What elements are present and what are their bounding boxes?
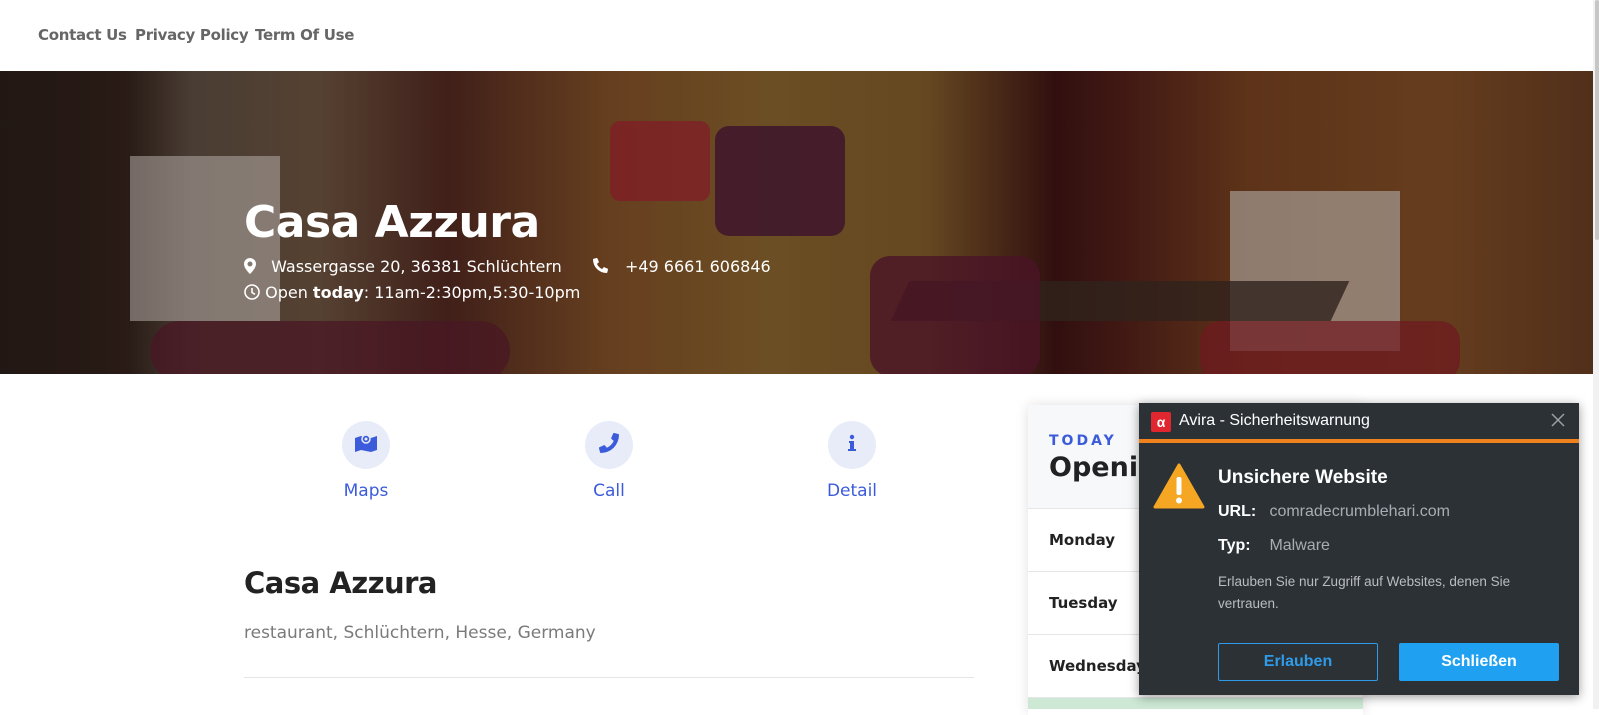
divider xyxy=(244,677,974,678)
restaurant-address: Wassergasse 20, 36381 Schlüchtern xyxy=(271,257,562,276)
nav-link-privacy-policy[interactable]: Privacy Policy xyxy=(135,26,249,44)
top-navigation: Contact Us Privacy Policy Term Of Use xyxy=(0,0,1599,72)
url-key: URL: xyxy=(1218,503,1257,520)
nav-link-contact-us[interactable]: Contact Us xyxy=(38,26,127,44)
hero-hours-line: Open today: 11am-2:30pm,5:30-10pm xyxy=(244,283,580,304)
avira-logo-icon: α xyxy=(1151,412,1171,432)
warning-note: Erlauben Sie nur Zugriff auf Websites, d… xyxy=(1218,574,1511,611)
map-icon xyxy=(354,432,378,459)
maps-label[interactable]: Maps xyxy=(306,481,426,501)
day-label: Monday xyxy=(1049,531,1116,549)
detail-icon-circle[interactable] xyxy=(828,421,876,469)
open-today: today xyxy=(312,283,364,302)
avira-titlebar: α Avira - Sicherheitswarnung xyxy=(1139,403,1579,443)
hero-contact-line: Wassergasse 20, 36381 Schlüchtern +49 66… xyxy=(244,257,771,278)
phone-icon xyxy=(592,257,608,277)
hero-overlay xyxy=(0,71,1599,374)
day-label: Tuesday xyxy=(1049,594,1118,612)
clock-icon xyxy=(244,283,260,304)
call-label[interactable]: Call xyxy=(549,481,669,501)
detail-label[interactable]: Detail xyxy=(792,481,912,501)
url-value: comradecrumblehari.com xyxy=(1269,503,1450,520)
maps-icon-circle[interactable] xyxy=(342,421,390,469)
day-label: Wednesday xyxy=(1049,657,1146,675)
phone-icon xyxy=(598,432,619,458)
restaurant-title: Casa Azzura xyxy=(244,197,540,248)
maps-action[interactable]: Maps xyxy=(306,421,426,501)
call-icon-circle[interactable] xyxy=(585,421,633,469)
open-hours: : 11am-2:30pm,5:30-10pm xyxy=(363,283,581,302)
close-button[interactable]: Schließen xyxy=(1399,643,1559,681)
url-row: URL: comradecrumblehari.com xyxy=(1218,503,1450,521)
open-prefix: Open xyxy=(265,283,308,302)
warning-heading: Unsichere Website xyxy=(1218,467,1388,488)
page-scrollbar[interactable] xyxy=(1593,0,1599,709)
scrollbar-thumb[interactable] xyxy=(1595,0,1599,240)
detail-action[interactable]: Detail xyxy=(792,421,912,501)
avira-window-title: Avira - Sicherheitswarnung xyxy=(1179,412,1370,429)
type-key: Typ: xyxy=(1218,537,1251,554)
nav-link-term-of-use[interactable]: Term Of Use xyxy=(255,26,354,44)
today-label: TODAY xyxy=(1049,433,1117,449)
info-icon xyxy=(847,434,857,457)
location-pin-icon xyxy=(244,257,256,278)
today-highlight-row xyxy=(1028,698,1363,709)
restaurant-category: restaurant, Schlüchtern, Hesse, Germany xyxy=(244,623,596,643)
call-action[interactable]: Call xyxy=(549,421,669,501)
type-row: Typ: Malware xyxy=(1218,537,1330,555)
close-icon[interactable] xyxy=(1549,411,1567,429)
hero-banner: Casa Azzura Wassergasse 20, 36381 Schlüc… xyxy=(0,71,1599,374)
restaurant-heading: Casa Azzura xyxy=(244,566,438,600)
warning-icon xyxy=(1153,463,1205,514)
avira-security-warning-dialog: α Avira - Sicherheitswarnung Unsichere W… xyxy=(1139,403,1579,695)
type-value: Malware xyxy=(1269,537,1330,554)
restaurant-phone[interactable]: +49 6661 606846 xyxy=(625,257,771,276)
allow-button[interactable]: Erlauben xyxy=(1218,643,1378,681)
